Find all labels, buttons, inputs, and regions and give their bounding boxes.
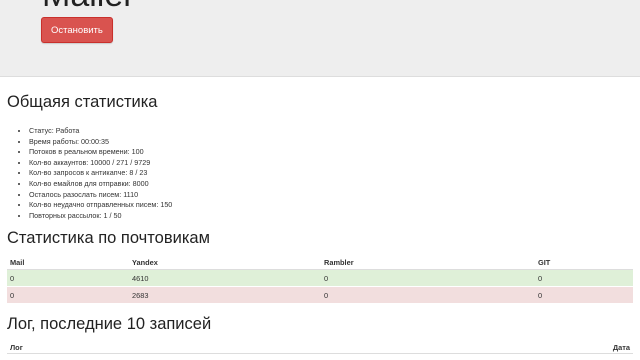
table-header-row: Mail Yandex Rambler GIT (7, 255, 633, 270)
mail-stats-heading: Статистика по почтовикам (7, 229, 210, 247)
header-jumbotron: Mailer Остановить (0, 0, 640, 77)
column-header-git: GIT (535, 255, 633, 270)
table-cell: 0 (535, 269, 633, 287)
stat-resends: Повторных рассылок: 1 / 50 (29, 211, 172, 222)
table-header-row: Лог Дата (7, 341, 633, 354)
table-cell: 0 (321, 286, 535, 303)
stat-status: Статус: Работа (29, 126, 172, 137)
app-title: Mailer (42, 0, 135, 12)
table-row: 0 2683 0 0 (7, 286, 633, 303)
log-heading: Лог, последние 10 записей (7, 315, 212, 333)
log-table: Лог Дата (7, 341, 633, 354)
stat-failed: Кол-во неудачно отправленных писем: 150 (29, 200, 172, 211)
stat-uptime: Время работы: 00:00:35 (29, 137, 172, 148)
table-cell: 0 (535, 286, 633, 303)
table-cell: 2683 (129, 286, 321, 303)
table-row: 0 4610 0 0 (7, 269, 633, 287)
table-cell: 0 (7, 286, 129, 303)
stop-button[interactable]: Остановить (41, 17, 113, 43)
stat-anticaptcha: Кол-во запросов к антикапче: 8 / 23 (29, 168, 172, 179)
table-cell: 0 (7, 269, 129, 287)
stats-list: Статус: Работа Время работы: 00:00:35 По… (15, 126, 172, 221)
stats-heading: Общаяя статистика (7, 93, 158, 111)
column-header-rambler: Rambler (321, 255, 535, 270)
stat-accounts: Кол-во аккаунтов: 10000 / 271 / 9729 (29, 158, 172, 169)
column-header-yandex: Yandex (129, 255, 321, 270)
column-header-date: Дата (287, 341, 633, 354)
stat-remaining: Осталось разослать писем: 1110 (29, 190, 172, 201)
mail-stats-table: Mail Yandex Rambler GIT 0 4610 0 0 0 268… (7, 255, 633, 303)
stat-threads: Потоков в реальном времени: 100 (29, 147, 172, 158)
column-header-log: Лог (7, 341, 288, 354)
table-cell: 4610 (129, 269, 321, 287)
stat-emails-to-send: Кол-во емайлов для отправки: 8000 (29, 179, 172, 190)
table-cell: 0 (321, 269, 535, 287)
column-header-mail: Mail (7, 255, 129, 270)
